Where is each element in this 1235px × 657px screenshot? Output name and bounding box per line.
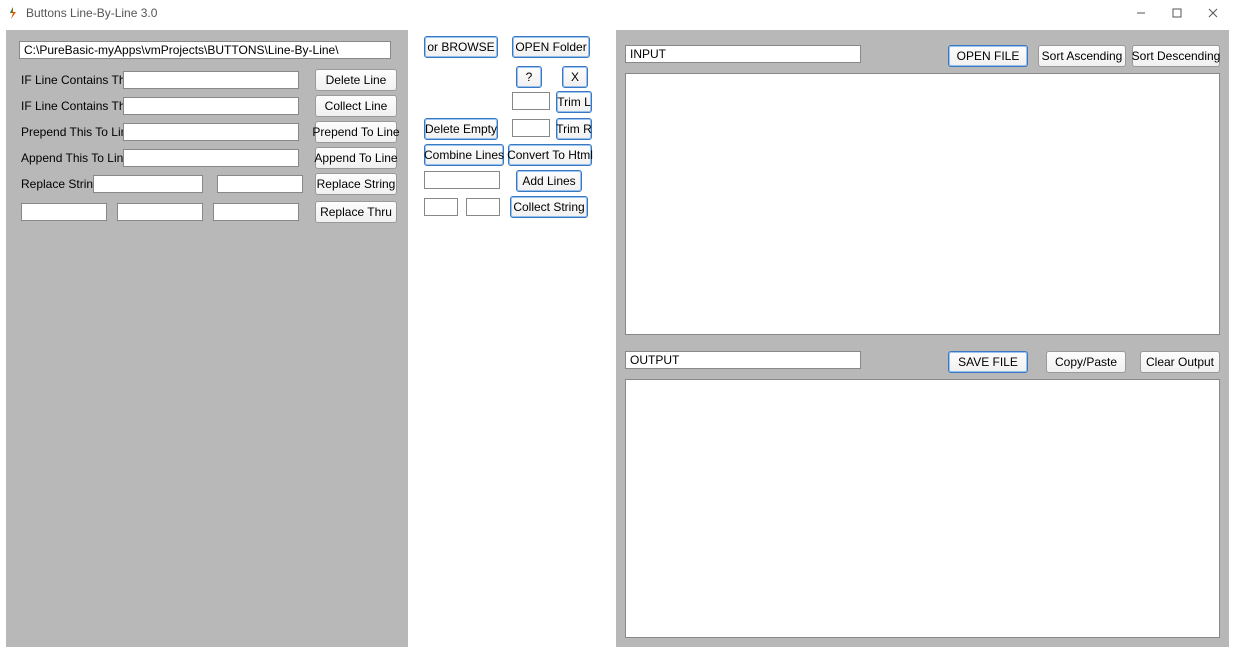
collect-line-input[interactable] (123, 97, 299, 115)
convert-to-html-button[interactable]: Convert To Html (508, 144, 592, 166)
window-title: Buttons Line-By-Line 3.0 (26, 6, 1123, 20)
replace-thru-input-1[interactable] (21, 203, 107, 221)
input-label-field[interactable] (625, 45, 861, 63)
replace-string-label: Replace String: (21, 177, 93, 191)
append-line-input[interactable] (123, 149, 299, 167)
output-textarea[interactable] (625, 379, 1220, 638)
prepend-line-button[interactable]: Prepend To Line (315, 121, 397, 143)
client-area: IF Line Contains This: Delete Line IF Li… (0, 26, 1235, 657)
open-folder-button[interactable]: OPEN Folder (512, 36, 590, 58)
replace-thru-input-3[interactable] (213, 203, 299, 221)
title-bar: Buttons Line-By-Line 3.0 (0, 0, 1235, 26)
trim-l-input[interactable] (512, 92, 550, 110)
delete-empty-button[interactable]: Delete Empty (424, 118, 498, 140)
delete-line-label: IF Line Contains This: (21, 73, 123, 87)
replace-string-to-input[interactable] (217, 175, 303, 193)
delete-line-input[interactable] (123, 71, 299, 89)
replace-string-from-input[interactable] (93, 175, 203, 193)
collect-string-button[interactable]: Collect String (510, 196, 588, 218)
append-line-label: Append This To Line: (21, 151, 123, 165)
left-panel: IF Line Contains This: Delete Line IF Li… (6, 30, 408, 647)
trim-r-input[interactable] (512, 119, 550, 137)
open-file-button[interactable]: OPEN FILE (948, 45, 1028, 67)
sort-ascending-button[interactable]: Sort Ascending (1038, 45, 1126, 67)
replace-thru-button[interactable]: Replace Thru (315, 201, 397, 223)
replace-thru-input-2[interactable] (117, 203, 203, 221)
trim-l-button[interactable]: Trim L (556, 91, 592, 113)
collect-string-input-1[interactable] (424, 198, 458, 216)
browse-button[interactable]: or BROWSE (424, 36, 498, 58)
clear-output-button[interactable]: Clear Output (1140, 351, 1220, 373)
sort-descending-button[interactable]: Sort Descending (1132, 45, 1220, 67)
close-button[interactable] (1195, 2, 1231, 24)
trim-r-button[interactable]: Trim R (556, 118, 592, 140)
replace-string-button[interactable]: Replace String (315, 173, 397, 195)
minimize-button[interactable] (1123, 2, 1159, 24)
help-button[interactable]: ? (516, 66, 542, 88)
add-lines-button[interactable]: Add Lines (516, 170, 582, 192)
combine-lines-button[interactable]: Combine Lines (424, 144, 504, 166)
collect-line-label: IF Line Contains This: (21, 99, 123, 113)
x-button[interactable]: X (562, 66, 588, 88)
collect-string-input-2[interactable] (466, 198, 500, 216)
save-file-button[interactable]: SAVE FILE (948, 351, 1028, 373)
maximize-button[interactable] (1159, 2, 1195, 24)
prepend-line-label: Prepend This To Line: (21, 125, 123, 139)
app-icon (6, 6, 20, 20)
input-textarea[interactable] (625, 73, 1220, 335)
collect-line-button[interactable]: Collect Line (315, 95, 397, 117)
add-lines-input[interactable] (424, 171, 500, 189)
right-panel: OPEN FILE Sort Ascending Sort Descending… (616, 30, 1229, 647)
path-field[interactable] (19, 41, 391, 59)
prepend-line-input[interactable] (123, 123, 299, 141)
delete-line-button[interactable]: Delete Line (315, 69, 397, 91)
append-line-button[interactable]: Append To Line (315, 147, 397, 169)
output-label-field[interactable] (625, 351, 861, 369)
copy-paste-button[interactable]: Copy/Paste (1046, 351, 1126, 373)
